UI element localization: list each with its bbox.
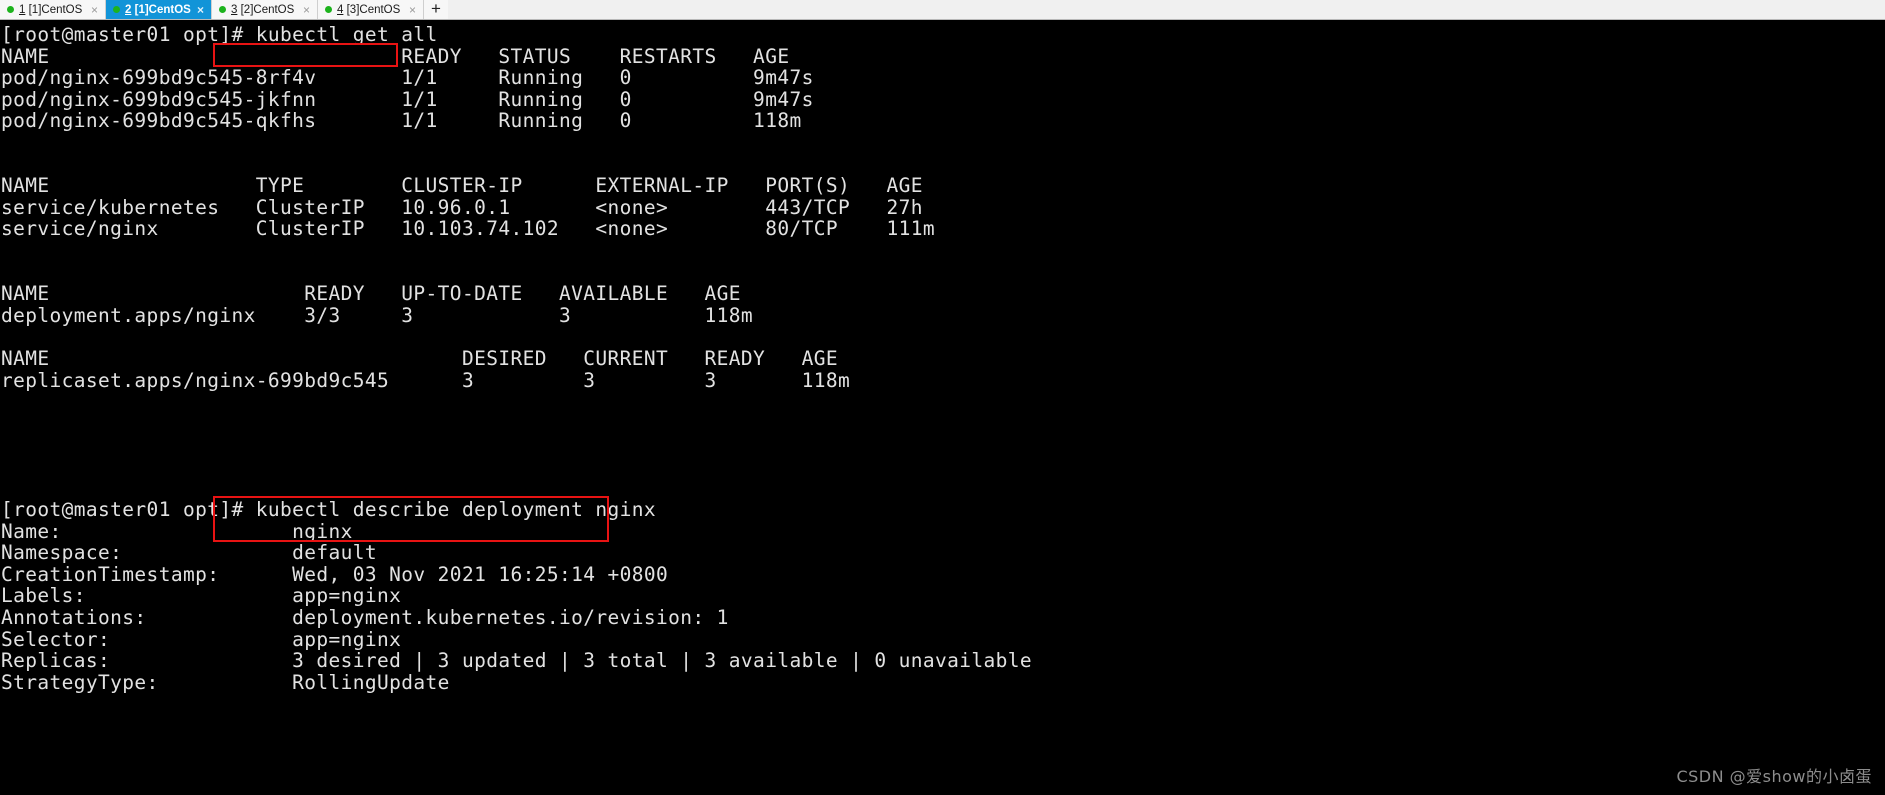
terminal-line: Replicas: 3 desired | 3 updated | 3 tota…: [1, 649, 1033, 673]
tab-index-1: 1: [19, 3, 26, 16]
terminal-line: StrategyType: RollingUpdate: [1, 670, 450, 694]
terminal-line: NAME READY UP-TO-DATE AVAILABLE AGE: [1, 282, 741, 306]
tab-status-dot-icon: [325, 6, 332, 13]
tab-3[interactable]: 3 [2]CentOS ×: [212, 0, 318, 19]
tab-status-dot-icon: [219, 6, 226, 13]
close-icon[interactable]: ×: [196, 4, 205, 16]
terminal-tab-bar: 1 [1]CentOS × 2 [1]CentOS × 3 [2]CentOS …: [0, 0, 1885, 20]
tab-title-3: [2]CentOS: [240, 3, 295, 16]
tab-label-2: 2 [1]CentOS: [125, 4, 191, 16]
terminal-line: service/nginx ClusterIP 10.103.74.102 <n…: [1, 217, 936, 241]
new-tab-button[interactable]: +: [424, 0, 448, 19]
close-icon[interactable]: ×: [90, 4, 99, 16]
terminal-line: Namespace: default: [1, 541, 378, 565]
terminal-line: [root@master01 opt]# kubectl get all: [1, 23, 438, 46]
terminal-line: Selector: app=nginx: [1, 627, 402, 651]
tab-index-4: 4: [337, 3, 344, 16]
tab-4[interactable]: 4 [3]CentOS ×: [318, 0, 424, 19]
terminal-line: replicaset.apps/nginx-699bd9c545 3 3 3 1…: [1, 368, 851, 392]
tab-label-3: 3 [2]CentOS: [231, 4, 297, 16]
tab-index-2: 2: [125, 3, 132, 16]
close-icon[interactable]: ×: [408, 4, 417, 16]
terminal-line: Annotations: deployment.kubernetes.io/re…: [1, 606, 729, 630]
close-icon[interactable]: ×: [302, 4, 311, 16]
terminal-line: pod/nginx-699bd9c545-qkfhs 1/1 Running 0…: [1, 109, 802, 133]
tab-label-4: 4 [3]CentOS: [337, 4, 403, 16]
tab-status-dot-icon: [113, 6, 120, 13]
terminal-line: CreationTimestamp: Wed, 03 Nov 2021 16:2…: [1, 562, 669, 586]
terminal-line: pod/nginx-699bd9c545-8rf4v 1/1 Running 0…: [1, 66, 814, 90]
terminal-line: Name: nginx: [1, 519, 353, 543]
terminal-line: pod/nginx-699bd9c545-jkfnn 1/1 Running 0…: [1, 87, 814, 111]
terminal-line: NAME DESIRED CURRENT READY AGE: [1, 346, 838, 370]
tab-index-3: 3: [231, 3, 238, 16]
watermark: CSDN @爱show的小卤蛋: [1676, 767, 1872, 786]
terminal-line: service/kubernetes ClusterIP 10.96.0.1 <…: [1, 195, 923, 219]
terminal-line: NAME READY STATUS RESTARTS AGE: [1, 44, 790, 68]
terminal-output: [root@master01 opt]# kubectl get all NAME…: [0, 24, 1032, 693]
tab-title-1: [1]CentOS: [28, 3, 83, 16]
terminal-line: [root@master01 opt]# kubectl describe de…: [1, 498, 657, 522]
terminal-line: NAME TYPE CLUSTER-IP EXTERNAL-IP PORT(S)…: [1, 174, 923, 198]
terminal-line: Labels: app=nginx: [1, 584, 402, 608]
tab-status-dot-icon: [7, 6, 14, 13]
tab-label-1: 1 [1]CentOS: [19, 4, 85, 16]
tab-title-2: [1]CentOS: [134, 3, 191, 16]
tab-title-4: [3]CentOS: [346, 3, 401, 16]
terminal-screen[interactable]: [root@master01 opt]# kubectl get all NAME…: [0, 20, 1885, 795]
tab-2[interactable]: 2 [1]CentOS ×: [106, 0, 212, 19]
tab-1[interactable]: 1 [1]CentOS ×: [0, 0, 106, 19]
terminal-line: deployment.apps/nginx 3/3 3 3 118m: [1, 303, 754, 327]
